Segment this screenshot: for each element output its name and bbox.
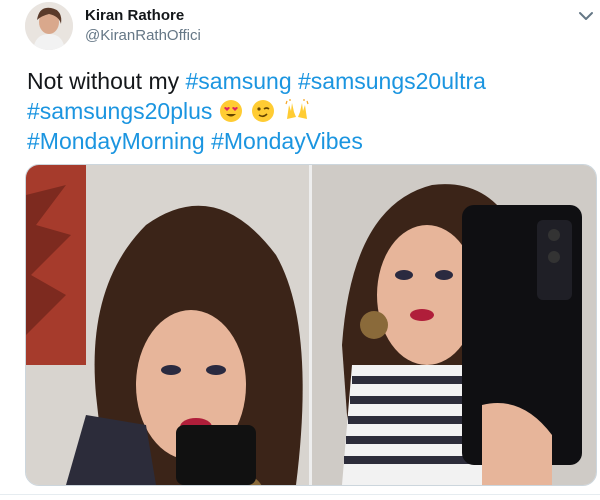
photo-left[interactable] [26,165,309,485]
tweet-line-2: #samsungs20plus [27,96,587,126]
tweet-line-3: #MondayMorning #MondayVibes [27,126,587,156]
tweet-card: Kiran Rathore @KiranRathOffici Not witho… [0,0,600,500]
tweet-text: Not without my #samsung #samsungs20ultra… [27,66,587,156]
chevron-down-icon[interactable] [576,6,596,26]
hashtag-samsungs20plus[interactable]: #samsungs20plus [27,98,212,124]
tweet-intro: Not without my [27,68,186,94]
tweet-line-1: Not without my #samsung #samsungs20ultra [27,66,587,96]
winking-face-emoji [252,100,275,122]
hashtag-mondaymorning[interactable]: #MondayMorning [27,128,205,154]
hashtag-samsung[interactable]: #samsung [186,68,292,94]
avatar[interactable] [25,2,73,50]
author-name[interactable]: Kiran Rathore [85,7,184,24]
avatar-image [25,2,73,50]
author-handle[interactable]: @KiranRathOffici [85,27,201,44]
selfie-photo-left [26,165,309,485]
raising-hands-emoji [285,99,309,119]
hashtag-samsungs20ultra[interactable]: #samsungs20ultra [298,68,486,94]
hashtag-mondayvibes[interactable]: #MondayVibes [211,128,363,154]
heart-eyes-emoji [219,100,242,122]
divider [0,494,600,495]
selfie-photo-right [312,165,596,485]
photo-right[interactable] [312,165,596,485]
media-grid [25,164,597,486]
